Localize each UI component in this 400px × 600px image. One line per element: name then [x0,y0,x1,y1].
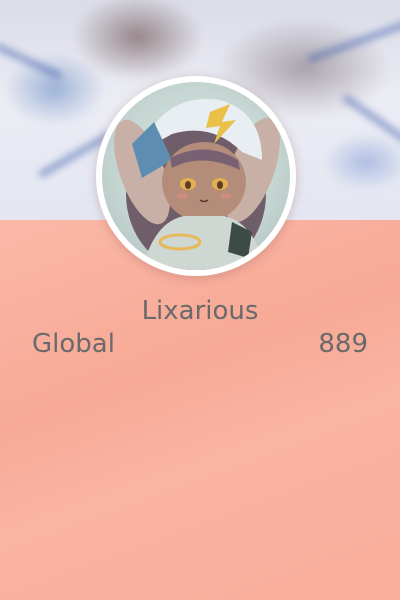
profile-body-background [0,220,400,600]
rank-value: 889 [318,329,368,359]
global-rank-row: Global 889 [32,329,368,363]
avatar-image [102,82,290,270]
avatar[interactable] [96,76,296,276]
username: Lixarious [141,296,259,326]
profile-card: Lixarious Global 889 [0,0,400,600]
rank-label: Global [32,329,115,359]
avatar-illustration [114,99,280,270]
